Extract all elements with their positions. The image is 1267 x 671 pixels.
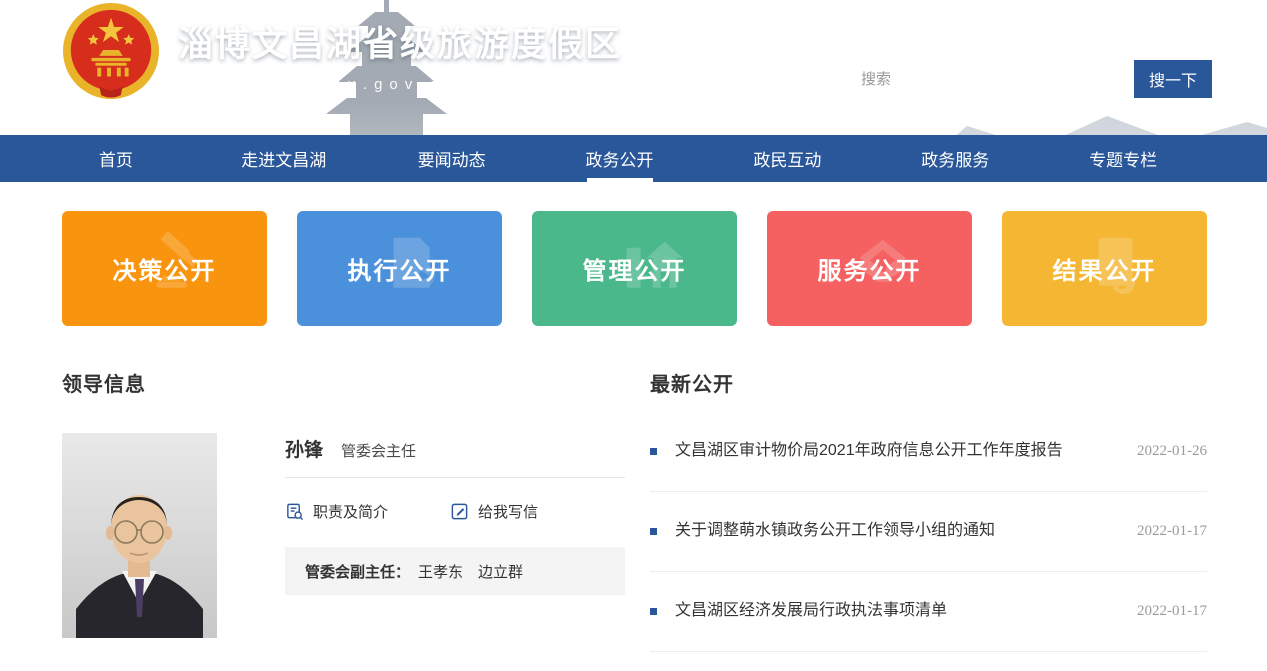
leader-info: 孙锋 管委会主任 职责及简介: [285, 433, 625, 595]
tile-label: 执行公开: [348, 251, 452, 286]
leadership-section-title: 领导信息: [62, 368, 625, 397]
nav-item-gov-disclosure[interactable]: 政务公开: [536, 135, 704, 182]
tile-label: 服务公开: [818, 251, 922, 286]
deputy-label: 管委会副主任：: [305, 561, 410, 582]
latest-list: 文昌湖区审计物价局2021年政府信息公开工作年度报告 2022-01-26 关于…: [650, 412, 1207, 652]
list-item: 关于调整萌水镇政务公开工作领导小组的通知 2022-01-17: [650, 492, 1207, 572]
duties-profile-label: 职责及简介: [313, 501, 388, 522]
national-emblem-logo: [62, 2, 160, 100]
search-bar: 搜一下: [848, 60, 1212, 98]
tile-service-disclosure[interactable]: 服务公开: [767, 211, 972, 326]
list-item: 文昌湖区审计物价局2021年政府信息公开工作年度报告 2022-01-26: [650, 412, 1207, 492]
header-banner: 淄博文昌湖省级旅游度假区 sdwenchanghu.gov.cn 搜一下: [0, 0, 1267, 135]
article-date: 2022-01-26: [1137, 443, 1207, 460]
article-date: 2022-01-17: [1137, 603, 1207, 620]
nav-item-services[interactable]: 政务服务: [871, 135, 1039, 182]
search-button[interactable]: 搜一下: [1134, 60, 1212, 98]
tile-label: 管理公开: [583, 251, 687, 286]
latest-section-title: 最新公开: [650, 368, 1207, 397]
deputy-directors-box: 管委会副主任： 王孝东 边立群: [285, 547, 625, 595]
tile-execution-disclosure[interactable]: 执行公开: [297, 211, 502, 326]
nav-item-news[interactable]: 要闻动态: [368, 135, 536, 182]
duties-profile-link[interactable]: 职责及简介: [285, 501, 388, 522]
leader-photo[interactable]: [62, 433, 217, 638]
site-url: sdwenchanghu.gov.cn: [178, 76, 622, 93]
article-link[interactable]: 文昌湖区审计物价局2021年政府信息公开工作年度报告: [675, 440, 1125, 462]
article-link[interactable]: 关于调整萌水镇政务公开工作领导小组的通知: [675, 520, 1125, 542]
site-identity: 淄博文昌湖省级旅游度假区 sdwenchanghu.gov.cn: [178, 16, 622, 93]
tile-label: 结果公开: [1053, 251, 1157, 286]
deputy-names[interactable]: 王孝东 边立群: [418, 561, 523, 582]
latest-disclosures-section: 最新公开 文昌湖区审计物价局2021年政府信息公开工作年度报告 2022-01-…: [650, 368, 1207, 652]
article-date: 2022-01-17: [1137, 523, 1207, 540]
nav-item-interaction[interactable]: 政民互动: [703, 135, 871, 182]
tile-label: 决策公开: [113, 251, 217, 286]
nav-item-special-topics[interactable]: 专题专栏: [1039, 135, 1207, 182]
site-title: 淄博文昌湖省级旅游度假区: [178, 16, 622, 67]
write-letter-icon: [450, 502, 469, 521]
list-item: 文昌湖区经济发展局行政执法事项清单 2022-01-17: [650, 572, 1207, 652]
quick-links-row: 决策公开 执行公开 管理公开: [62, 211, 1207, 326]
leadership-section: 领导信息 孙锋 管委会主任: [62, 368, 625, 397]
article-link[interactable]: 文昌湖区经济发展局行政执法事项清单: [675, 600, 1125, 622]
tile-decision-disclosure[interactable]: 决策公开: [62, 211, 267, 326]
page: 淄博文昌湖省级旅游度假区 sdwenchanghu.gov.cn 搜一下 首页 …: [0, 0, 1267, 671]
profile-doc-icon: [285, 502, 304, 521]
main-nav: 首页 走进文昌湖 要闻动态 政务公开 政民互动 政务服务 专题专栏: [0, 135, 1267, 182]
write-letter-link[interactable]: 给我写信: [450, 501, 538, 522]
square-bullet-icon: [650, 528, 657, 535]
leader-name: 孙锋: [285, 435, 323, 462]
tile-result-disclosure[interactable]: 结果公开: [1002, 211, 1207, 326]
search-input[interactable]: [848, 60, 1131, 98]
square-bullet-icon: [650, 608, 657, 615]
nav-item-about[interactable]: 走进文昌湖: [200, 135, 368, 182]
leader-title: 管委会主任: [341, 440, 416, 461]
write-letter-label: 给我写信: [478, 501, 538, 522]
square-bullet-icon: [650, 448, 657, 455]
divider: [285, 477, 625, 478]
nav-item-home[interactable]: 首页: [32, 135, 200, 182]
tile-management-disclosure[interactable]: 管理公开: [532, 211, 737, 326]
